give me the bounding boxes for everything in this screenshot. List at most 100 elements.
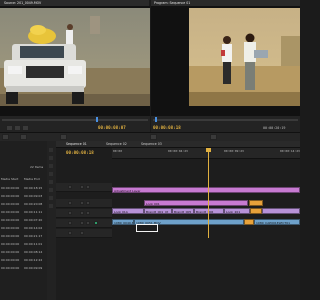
lock-icon[interactable]	[80, 201, 84, 205]
program-playhead[interactable]	[155, 117, 157, 122]
timeline-playhead[interactable]	[208, 148, 209, 238]
ruler-label-2: 00:00:09:23	[224, 149, 244, 153]
list-item[interactable]: 00:00:00:00 00:00:20:08	[0, 201, 47, 208]
list-item[interactable]: 00:00:00:00 00:00:21:17	[0, 233, 47, 240]
program-monitor-video	[151, 6, 300, 116]
source-play-button[interactable]	[2, 134, 9, 140]
list-item[interactable]: 00:00:00:00 00:00:12:22	[0, 257, 47, 264]
timeline-tabbar: Sequence 01 Sequence 02 Sequence 03	[56, 141, 300, 148]
media-end: 00:00:12:22	[24, 258, 43, 262]
program-extract-button[interactable]	[210, 134, 217, 140]
step-forward-icon[interactable]	[22, 125, 29, 131]
media-start: 00:00:00:00	[1, 218, 20, 222]
lock-icon[interactable]	[80, 211, 84, 215]
project-item-count: 22 Items	[30, 165, 44, 169]
clip-look-201[interactable]: Look_201	[224, 208, 250, 214]
program-duration: 00:00:20:19	[263, 126, 286, 130]
media-end: 00:00:14:02	[24, 226, 43, 230]
speaker-icon[interactable]	[68, 231, 72, 235]
eye-icon[interactable]	[68, 201, 72, 205]
tab-sequence-02[interactable]: Sequence 02	[106, 141, 127, 147]
source-scrubber[interactable]	[2, 119, 148, 121]
hand-tool-icon[interactable]	[48, 195, 54, 201]
program-scrubber[interactable]	[153, 119, 298, 121]
lock-icon[interactable]	[80, 231, 84, 235]
media-start: 00:00:00:00	[1, 226, 20, 230]
list-item[interactable]: 00:00:00:00 00:00:09:09	[0, 265, 47, 272]
ruler-label-1: 00:00:04:23	[168, 149, 188, 153]
target-toggle[interactable]	[94, 221, 98, 225]
clip-orange-v1[interactable]	[250, 208, 262, 214]
step-back-icon[interactable]	[6, 125, 13, 131]
timeline-timecode[interactable]: 00:00:08:18	[66, 150, 94, 155]
media-start: 00:00:00:00	[1, 234, 20, 238]
list-item[interactable]: 00:00:00:00 00:00:07:20	[0, 217, 47, 224]
zoom-tool-icon[interactable]	[48, 203, 54, 209]
sync-lock-icon[interactable]	[86, 185, 90, 189]
list-item[interactable]: 00:00:00:00 00:00:11:11	[0, 209, 47, 216]
ruler-label-3: 00:00:14:23	[280, 149, 300, 153]
list-item[interactable]: 00:00:00:00 00:00:11:01	[0, 241, 47, 248]
track-header-v3[interactable]	[56, 183, 112, 192]
media-end: 00:00:11:11	[24, 210, 43, 214]
tools-panel	[47, 141, 56, 300]
project-panel: 22 Items Media Start Media End 00:00:00:…	[0, 141, 48, 300]
selected-clip-outline[interactable]	[136, 224, 158, 232]
list-item[interactable]: 00:00:00:00 00:00:14:02	[0, 225, 47, 232]
speaker-icon[interactable]	[68, 221, 72, 225]
timeline-panel: Sequence 01 Sequence 02 Sequence 03 00:0…	[56, 141, 300, 300]
ripple-edit-tool-icon[interactable]	[48, 163, 54, 169]
media-start: 00:00:00:00	[1, 186, 20, 190]
track-select-tool-icon[interactable]	[48, 155, 54, 161]
clip-1080-cap[interactable]: 1080_CAP001ELECT01	[254, 219, 300, 225]
media-end: 00:00:20:08	[24, 202, 43, 206]
track-header-a2[interactable]	[56, 229, 112, 238]
media-end: 00:00:07:20	[24, 218, 43, 222]
pen-tool-icon[interactable]	[48, 187, 54, 193]
media-end: 00:00:21:17	[24, 234, 43, 238]
razor-tool-icon[interactable]	[48, 171, 54, 177]
project-col-end[interactable]: Media End	[24, 177, 40, 181]
sync-lock-icon[interactable]	[86, 221, 90, 225]
source-insert-button[interactable]	[20, 134, 27, 140]
lock-icon[interactable]	[80, 221, 84, 225]
sync-lock-icon[interactable]	[86, 201, 90, 205]
clip-a1-orange[interactable]	[244, 219, 254, 225]
list-item[interactable]: 00:00:00:00 00:00:08:14	[0, 249, 47, 256]
clip-adjustment-layer[interactable]: Adjustment Layer	[112, 187, 300, 193]
play-icon[interactable]	[14, 125, 21, 131]
track-header-v1[interactable]	[56, 209, 112, 218]
source-timecode[interactable]: 00:00:08:07	[98, 125, 126, 130]
media-end: 00:00:09:03	[24, 194, 43, 198]
project-col-start[interactable]: Media Start	[1, 177, 18, 181]
clip-brandt-001[interactable]: Brandt_001_Ut	[144, 208, 172, 214]
tab-sequence-03[interactable]: Sequence 03	[141, 141, 162, 147]
sync-lock-icon[interactable]	[86, 211, 90, 215]
media-start: 00:00:00:00	[1, 258, 20, 262]
selection-tool-icon[interactable]	[48, 147, 54, 153]
tab-sequence-01[interactable]: Sequence 01	[66, 141, 87, 147]
source-playhead[interactable]	[96, 117, 98, 122]
timeline-playhead-head[interactable]	[206, 148, 211, 152]
program-lift-button[interactable]	[150, 134, 157, 140]
track-header-v2[interactable]	[56, 199, 112, 208]
clip-brandt-006[interactable]: Brandt_006	[194, 208, 224, 214]
eye-icon[interactable]	[68, 211, 72, 215]
list-item[interactable]: 00:00:00:00 00:00:18:15	[0, 185, 47, 192]
source-monitor-video	[0, 6, 150, 116]
lock-icon[interactable]	[80, 185, 84, 189]
program-timecode[interactable]: 00:00:08:18	[153, 125, 181, 130]
clip-violet-end[interactable]	[262, 208, 300, 214]
clip-1080-0049[interactable]: 1080_0049.MOV	[112, 219, 134, 225]
source-overwrite-button[interactable]	[60, 134, 67, 140]
media-end: 00:00:11:01	[24, 242, 43, 246]
track-header-a1[interactable]	[56, 219, 112, 228]
eye-icon[interactable]	[68, 185, 72, 189]
clip-look-01a[interactable]: Look 01A	[112, 208, 144, 214]
slip-tool-icon[interactable]	[48, 179, 54, 185]
clip-brandt-005[interactable]: Brandt_005	[172, 208, 194, 214]
clip-look-001[interactable]: Look 001	[144, 200, 248, 206]
media-start: 00:00:00:00	[1, 242, 20, 246]
list-item[interactable]: 00:00:00:00 00:00:09:03	[0, 193, 47, 200]
clip-orange-v2[interactable]	[249, 200, 263, 206]
